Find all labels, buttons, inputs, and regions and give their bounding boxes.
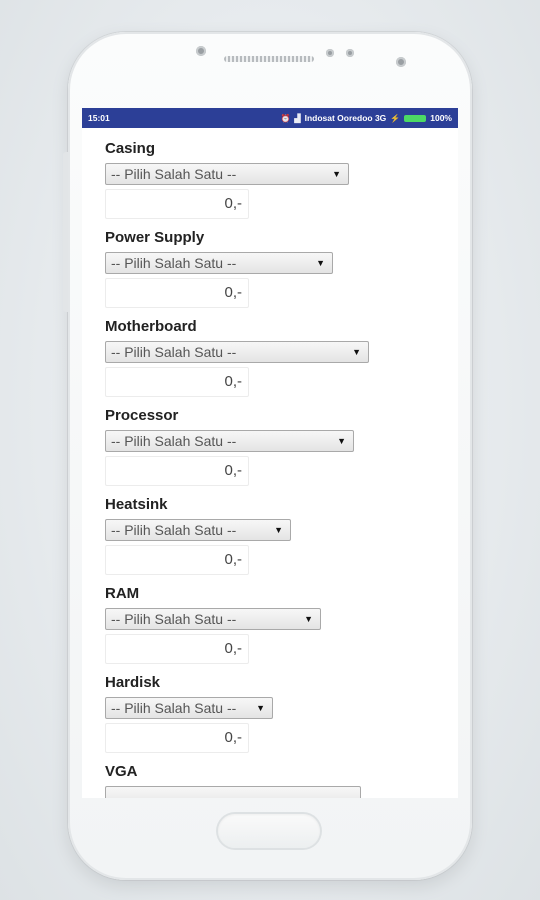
motherboard-select-value: -- Pilih Salah Satu -- <box>111 344 237 360</box>
processor-label: Processor <box>105 407 179 424</box>
status-bar: 15:01 ⏰ ▟ Indosat Ooredoo 3G ⚡ 100% <box>82 108 458 128</box>
field-vga: VGA <box>105 763 458 798</box>
vga-select[interactable] <box>105 786 361 798</box>
heatsink-price: 0,- <box>105 545 249 575</box>
dropdown-arrow-icon: ▼ <box>256 703 265 713</box>
motherboard-label: Motherboard <box>105 318 197 335</box>
proximity-sensor-icon <box>326 49 334 57</box>
charging-icon: ⚡ <box>390 113 401 123</box>
ram-price: 0,- <box>105 634 249 664</box>
processor-select-value: -- Pilih Salah Satu -- <box>111 433 237 449</box>
dropdown-arrow-icon: ▼ <box>332 169 341 179</box>
field-hardisk: Hardisk -- Pilih Salah Satu -- ▼ 0,- <box>105 674 458 753</box>
heatsink-select-value: -- Pilih Salah Satu -- <box>111 522 237 538</box>
ram-select[interactable]: -- Pilih Salah Satu -- ▼ <box>105 608 321 630</box>
battery-level: 100% <box>430 113 452 123</box>
dropdown-arrow-icon: ▼ <box>352 347 361 357</box>
field-heatsink: Heatsink -- Pilih Salah Satu -- ▼ 0,- <box>105 496 458 575</box>
dropdown-arrow-icon: ▼ <box>337 436 346 446</box>
power-supply-select[interactable]: -- Pilih Salah Satu -- ▼ <box>105 252 333 274</box>
field-processor: Processor -- Pilih Salah Satu -- ▼ 0,- <box>105 407 458 486</box>
motherboard-select[interactable]: -- Pilih Salah Satu -- ▼ <box>105 341 369 363</box>
hardisk-select[interactable]: -- Pilih Salah Satu -- ▼ <box>105 697 273 719</box>
vga-label: VGA <box>105 763 138 780</box>
phone-screen: 15:01 ⏰ ▟ Indosat Ooredoo 3G ⚡ 100% Casi… <box>82 108 458 798</box>
light-sensor-icon <box>346 49 354 57</box>
power-supply-label: Power Supply <box>105 229 205 246</box>
field-motherboard: Motherboard -- Pilih Salah Satu -- ▼ 0,- <box>105 318 458 397</box>
field-power-supply: Power Supply -- Pilih Salah Satu -- ▼ 0,… <box>105 229 458 308</box>
status-time: 15:01 <box>88 113 110 123</box>
alarm-icon: ⏰ <box>280 113 291 123</box>
phone-frame: 15:01 ⏰ ▟ Indosat Ooredoo 3G ⚡ 100% Casi… <box>63 32 472 880</box>
battery-icon <box>404 114 427 122</box>
dropdown-arrow-icon: ▼ <box>316 258 325 268</box>
carrier-label: Indosat Ooredoo 3G <box>304 113 387 123</box>
signal-icon: ▟ <box>294 113 301 123</box>
dropdown-arrow-icon: ▼ <box>304 614 313 624</box>
casing-price: 0,- <box>105 189 249 219</box>
field-ram: RAM -- Pilih Salah Satu -- ▼ 0,- <box>105 585 458 664</box>
power-supply-price: 0,- <box>105 278 249 308</box>
secondary-camera-icon <box>396 57 406 67</box>
processor-select[interactable]: -- Pilih Salah Satu -- ▼ <box>105 430 354 452</box>
hardisk-price: 0,- <box>105 723 249 753</box>
motherboard-price: 0,- <box>105 367 249 397</box>
heatsink-label: Heatsink <box>105 496 168 513</box>
home-button[interactable] <box>218 814 320 848</box>
power-supply-select-value: -- Pilih Salah Satu -- <box>111 255 237 271</box>
pc-builder-form: Casing -- Pilih Salah Satu -- ▼ 0,- Powe… <box>82 128 458 798</box>
casing-select-value: -- Pilih Salah Satu -- <box>111 166 237 182</box>
dropdown-arrow-icon: ▼ <box>274 525 283 535</box>
earpiece-speaker <box>224 56 314 62</box>
processor-price: 0,- <box>105 456 249 486</box>
ram-select-value: -- Pilih Salah Satu -- <box>111 611 237 627</box>
ram-label: RAM <box>105 585 140 602</box>
casing-label: Casing <box>105 140 156 157</box>
hardisk-label: Hardisk <box>105 674 161 691</box>
field-casing: Casing -- Pilih Salah Satu -- ▼ 0,- <box>105 140 458 219</box>
front-camera-icon <box>196 46 206 56</box>
hardisk-select-value: -- Pilih Salah Satu -- <box>111 700 237 716</box>
casing-select[interactable]: -- Pilih Salah Satu -- ▼ <box>105 163 349 185</box>
heatsink-select[interactable]: -- Pilih Salah Satu -- ▼ <box>105 519 291 541</box>
